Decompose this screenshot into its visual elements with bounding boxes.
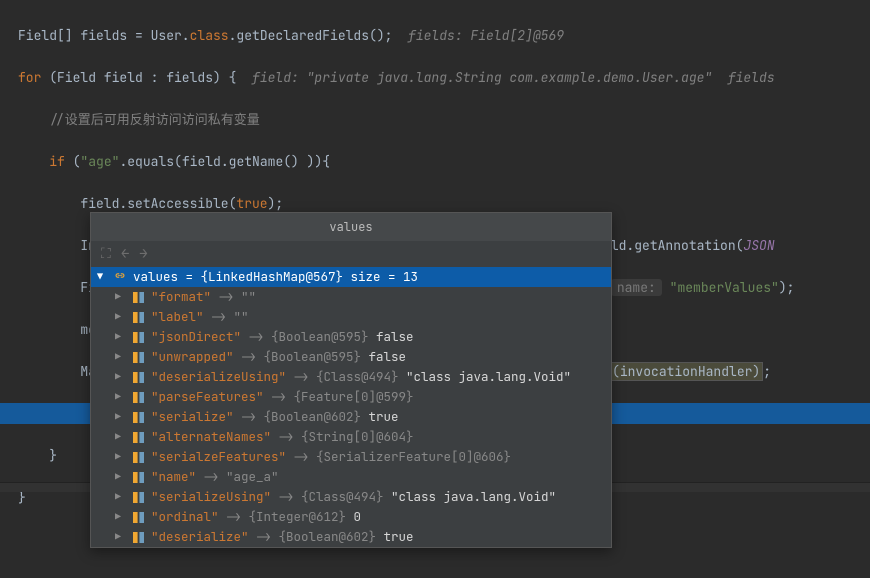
tree-row-label: "unwrapped" -> {Boolean@595} false <box>151 347 406 367</box>
expand-icon[interactable]: ▶ <box>115 287 125 307</box>
expand-icon[interactable]: ▶ <box>115 347 125 367</box>
tree-row-label: "label" -> "" <box>151 307 249 327</box>
tree-row[interactable]: ▶ "ordinal" -> {Integer@612} 0 <box>91 507 611 527</box>
map-entry-icon <box>131 470 145 484</box>
tree-row[interactable]: ▶ "serializeUsing" -> {Class@494} "class … <box>91 487 611 507</box>
tree-row-label: "deserialize" -> {Boolean@602} true <box>151 527 414 547</box>
tree-row-label: "ordinal" -> {Integer@612} 0 <box>151 507 361 527</box>
tree-row[interactable]: ▶ "deserialize" -> {Boolean@602} true <box>91 527 611 547</box>
code-line: if ("age".equals(field.getName() )){ <box>18 151 870 172</box>
tree-row-label: "jsonDirect" -> {Boolean@595} false <box>151 327 414 347</box>
tree-row-label: "deserializeUsing" -> {Class@494} "class… <box>151 367 571 387</box>
map-entry-icon <box>131 410 145 424</box>
debug-evaluate-popup[interactable]: values ⛶ ← → ▼ values = {LinkedHashMap@5… <box>90 212 612 548</box>
tree-row[interactable]: ▶ "format" -> "" <box>91 287 611 307</box>
tree-root-label: values = {LinkedHashMap@567} size = 13 <box>133 267 418 287</box>
code-line: //设置后可用反射访问访问私有变量 <box>18 109 870 130</box>
tree-root[interactable]: ▼ values = {LinkedHashMap@567} size = 13 <box>91 267 611 287</box>
expand-icon[interactable]: ▶ <box>115 307 125 327</box>
variables-tree[interactable]: ▼ values = {LinkedHashMap@567} size = 13… <box>91 267 611 547</box>
expand-icon[interactable]: ▶ <box>115 387 125 407</box>
tree-row[interactable]: ▶ "deserializeUsing" -> {Class@494} "clas… <box>91 367 611 387</box>
expand-icon[interactable]: ▶ <box>115 447 125 467</box>
nav-back-icon[interactable]: ← <box>121 245 129 263</box>
tree-row[interactable]: ▶ "unwrapped" -> {Boolean@595} false <box>91 347 611 367</box>
tree-row[interactable]: ▶ "serialzeFeatures" -> {SerializerFeatur… <box>91 447 611 467</box>
popup-title: values <box>91 213 611 241</box>
expand-icon[interactable]: ▼ <box>97 267 107 287</box>
map-entry-icon <box>131 430 145 444</box>
tree-row[interactable]: ▶ "alternateNames" -> {String[0]@604} <box>91 427 611 447</box>
tree-row-label: "alternateNames" -> {String[0]@604} <box>151 427 414 447</box>
tree-row-label: "name" -> "age_a" <box>151 467 279 487</box>
expand-icon[interactable]: ▶ <box>115 367 125 387</box>
tree-row[interactable]: ▶ "name" -> "age_a" <box>91 467 611 487</box>
map-entry-icon <box>131 330 145 344</box>
map-entry-icon <box>131 390 145 404</box>
tree-row[interactable]: ▶ "label" -> "" <box>91 307 611 327</box>
map-entry-icon <box>131 290 145 304</box>
map-entry-icon <box>131 530 145 544</box>
expand-icon[interactable]: ▶ <box>115 507 125 527</box>
map-entry-icon <box>131 490 145 504</box>
map-entry-icon <box>131 510 145 524</box>
map-entry-icon <box>131 350 145 364</box>
tree-row[interactable]: ▶ "serialize" -> {Boolean@602} true <box>91 407 611 427</box>
expand-icon[interactable]: ▶ <box>115 327 125 347</box>
tree-row-label: "serializeUsing" -> {Class@494} "class j… <box>151 487 556 507</box>
map-entry-icon <box>131 370 145 384</box>
map-entry-icon <box>131 450 145 464</box>
tree-row[interactable]: ▶ "parseFeatures" -> {Feature[0]@599} <box>91 387 611 407</box>
tree-row-label: "serialize" -> {Boolean@602} true <box>151 407 399 427</box>
popup-toolbar: ⛶ ← → <box>91 241 611 267</box>
code-line: Field[] fields = User.class.getDeclaredF… <box>18 25 870 46</box>
tree-row-label: "serialzeFeatures" -> {SerializerFeature… <box>151 447 511 467</box>
nav-forward-icon[interactable]: → <box>139 245 147 263</box>
tree-row-label: "format" -> "" <box>151 287 256 307</box>
expand-icon[interactable]: ▶ <box>115 467 125 487</box>
expand-icon[interactable]: ▶ <box>115 427 125 447</box>
tree-row-label: "parseFeatures" -> {Feature[0]@599} <box>151 387 414 407</box>
map-entry-icon <box>131 310 145 324</box>
tree-row[interactable]: ▶ "jsonDirect" -> {Boolean@595} false <box>91 327 611 347</box>
show-source-icon[interactable]: ⛶ <box>101 245 111 263</box>
code-line: for (Field field : fields) { field: "pri… <box>18 67 870 88</box>
link-icon <box>113 271 127 283</box>
expand-icon[interactable]: ▶ <box>115 407 125 427</box>
code-line: field.setAccessible(true); <box>18 193 870 214</box>
expand-icon[interactable]: ▶ <box>115 527 125 547</box>
expand-icon[interactable]: ▶ <box>115 487 125 507</box>
